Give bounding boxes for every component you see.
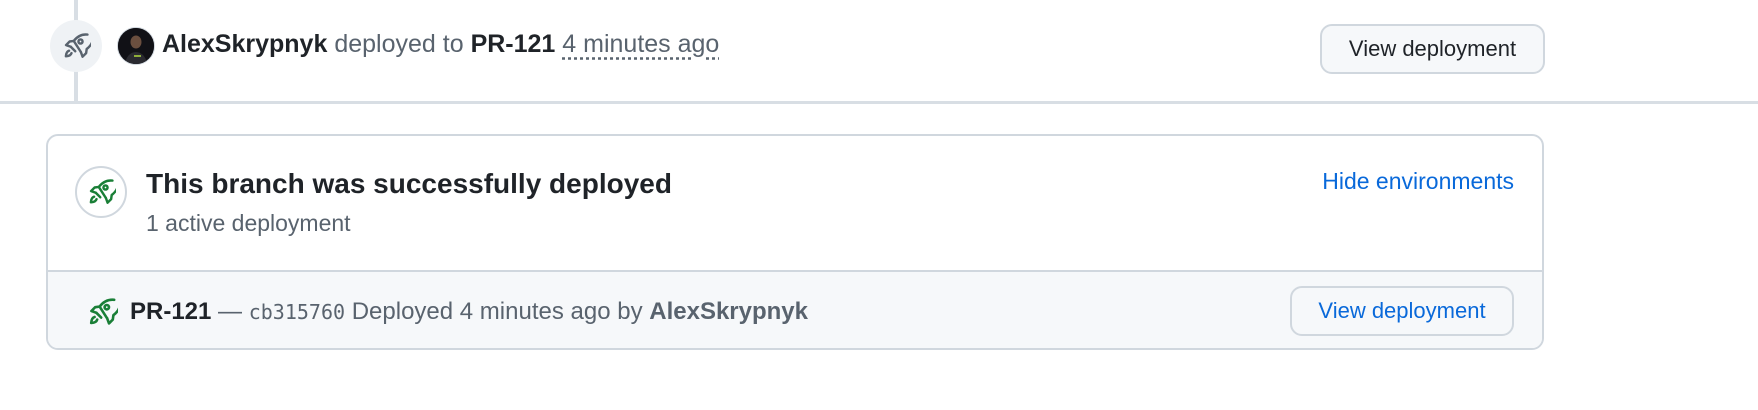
deployment-details: PR-121 — cb315760 Deployed 4 minutes ago… bbox=[130, 296, 808, 328]
avatar[interactable] bbox=[117, 27, 155, 65]
event-summary: AlexSkrypnyk deployed to PR-121 4 minute… bbox=[162, 28, 719, 60]
deployment-row: PR-121 — cb315760 Deployed 4 minutes ago… bbox=[48, 270, 1542, 348]
deployment-status-header: This branch was successfully deployed 1 … bbox=[48, 136, 1542, 270]
environment-name[interactable]: PR-121 bbox=[471, 30, 556, 58]
rocket-icon bbox=[89, 298, 118, 325]
separator: — bbox=[218, 298, 243, 325]
deployment-status-text: Deployed 4 minutes ago by bbox=[351, 298, 643, 325]
rocket-icon bbox=[50, 20, 102, 72]
view-deployment-button[interactable]: View deployment bbox=[1290, 286, 1514, 336]
rocket-icon bbox=[75, 166, 127, 218]
actor-link[interactable]: AlexSkrypnyk bbox=[162, 30, 327, 58]
hide-environments-link[interactable]: Hide environments bbox=[1322, 168, 1514, 195]
event-action: deployed to bbox=[334, 30, 464, 58]
deployment-environment[interactable]: PR-121 bbox=[130, 298, 211, 325]
deployer-link[interactable]: AlexSkrypnyk bbox=[649, 298, 808, 325]
active-deployment-count: 1 active deployment bbox=[146, 210, 351, 236]
view-deployment-button[interactable]: View deployment bbox=[1320, 24, 1545, 74]
deployment-status-card: This branch was successfully deployed 1 … bbox=[46, 134, 1544, 350]
deploy-event: AlexSkrypnyk deployed to PR-121 4 minute… bbox=[0, 0, 1758, 100]
timeline-divider bbox=[0, 101, 1758, 104]
commit-sha-link[interactable]: cb315760 bbox=[249, 300, 345, 324]
deployment-status-title: This branch was successfully deployed bbox=[146, 168, 672, 199]
event-timestamp[interactable]: 4 minutes ago bbox=[562, 30, 719, 58]
